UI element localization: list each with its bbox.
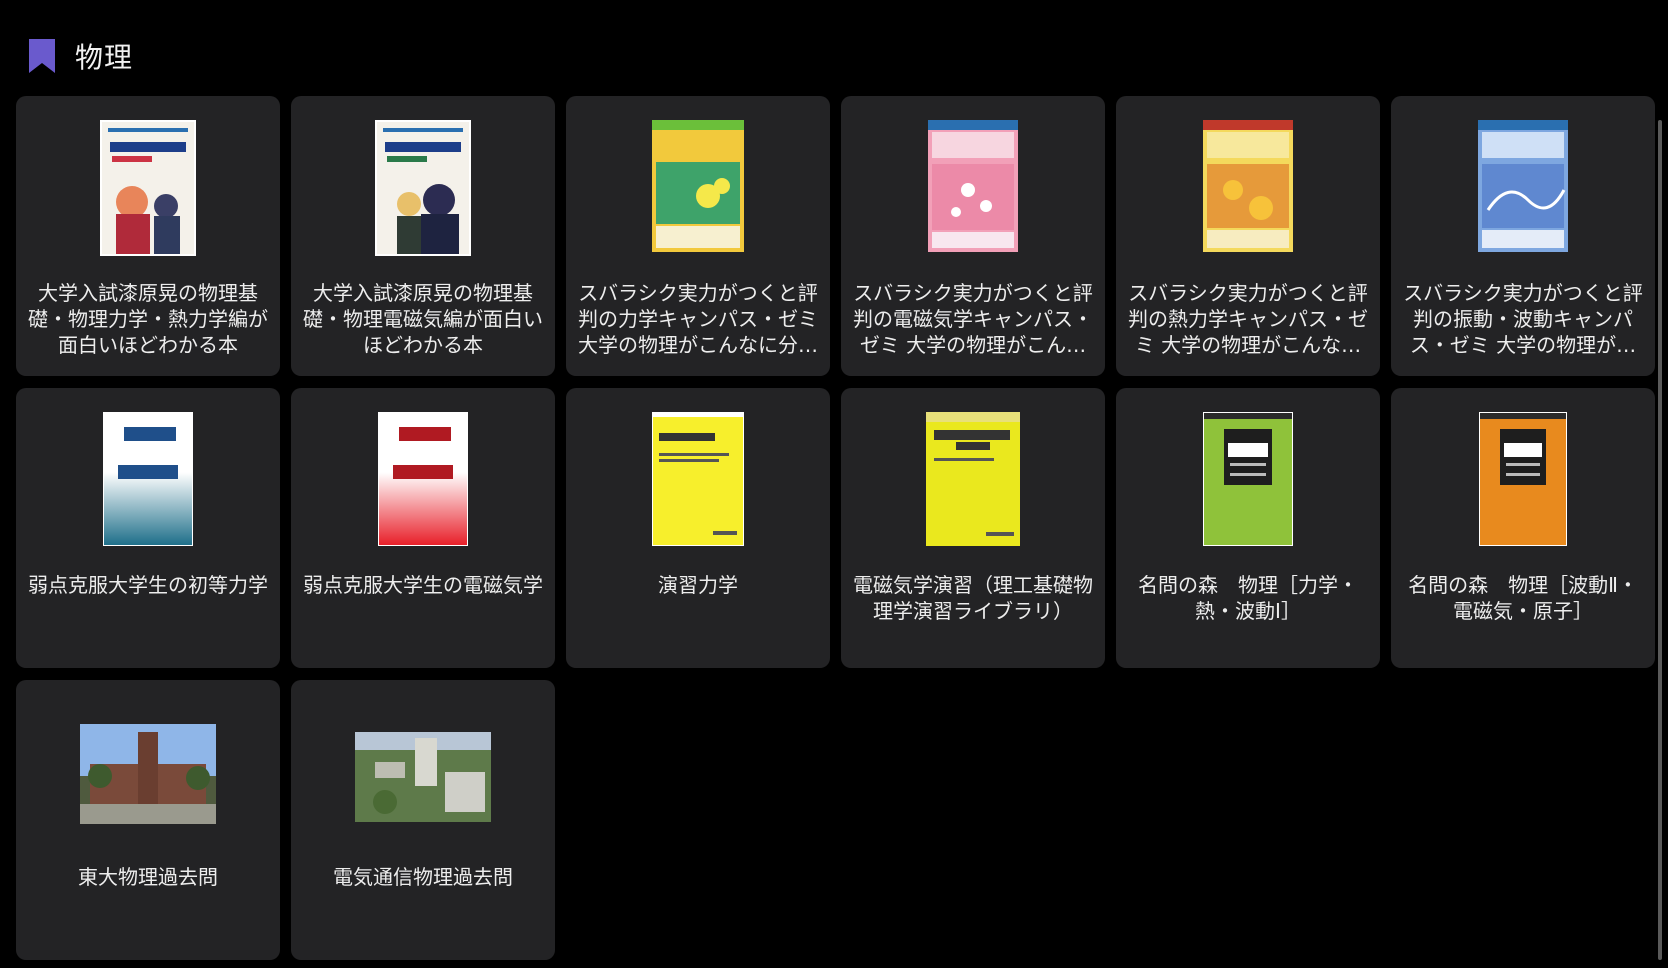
- book-grid: 大学入試漆原晃の物理基礎・物理力学・熱力学編が面白いほどわかる本 大学入試漆原晃…: [16, 96, 1655, 960]
- book-cover: [378, 412, 468, 546]
- book-cover: [80, 724, 216, 824]
- book-title: 電磁気学演習（理工基礎物理学演習ライブラリ）: [853, 573, 1093, 623]
- book-card[interactable]: 演習力学: [566, 388, 830, 668]
- book-cover: [103, 412, 193, 546]
- book-card[interactable]: 電気通信物理過去問: [291, 680, 555, 960]
- book-cover: [652, 412, 744, 546]
- book-card[interactable]: スバラシク実力がつくと評判の力学キャンパス・ゼミ大学の物理がこんなに分…: [566, 96, 830, 376]
- book-title: 名問の森 物理［波動Ⅱ・電磁気・原子］: [1408, 573, 1638, 623]
- book-card[interactable]: スバラシク実力がつくと評判の電磁気学キャンパス・ゼミ 大学の物理がこん…: [841, 96, 1105, 376]
- book-title: 弱点克服大学生の初等力学: [28, 573, 268, 597]
- book-cover: [1203, 120, 1293, 252]
- book-title: 名問の森 物理［力学・熱・波動Ⅰ］: [1138, 573, 1358, 623]
- book-title: 大学入試漆原晃の物理基礎・物理力学・熱力学編が面白いほどわかる本: [28, 281, 268, 357]
- book-card[interactable]: 東大物理過去問: [16, 680, 280, 960]
- scrollbar[interactable]: [1658, 120, 1662, 960]
- book-cover: [926, 412, 1020, 546]
- section-title: 物理: [75, 41, 134, 74]
- book-card[interactable]: 大学入試漆原晃の物理基礎・物理電磁気編が面白いほどわかる本: [291, 96, 555, 376]
- book-cover: [1478, 120, 1568, 252]
- book-title: 弱点克服大学生の電磁気学: [303, 573, 543, 597]
- book-title: スバラシク実力がつくと評判の熱力学キャンパス・ゼミ 大学の物理がこんな…: [1128, 281, 1368, 357]
- book-title: 演習力学: [658, 573, 738, 597]
- book-card[interactable]: 名問の森 物理［力学・熱・波動Ⅰ］: [1116, 388, 1380, 668]
- book-card[interactable]: 弱点克服大学生の初等力学: [16, 388, 280, 668]
- book-card[interactable]: スバラシク実力がつくと評判の熱力学キャンパス・ゼミ 大学の物理がこんな…: [1116, 96, 1380, 376]
- book-title: スバラシク実力がつくと評判の力学キャンパス・ゼミ大学の物理がこんなに分…: [578, 281, 818, 357]
- book-cover: [928, 120, 1018, 252]
- book-cover: [1203, 412, 1293, 546]
- book-card[interactable]: 名問の森 物理［波動Ⅱ・電磁気・原子］: [1391, 388, 1655, 668]
- book-cover: [375, 120, 471, 256]
- book-cover: [652, 120, 744, 252]
- book-title: スバラシク実力がつくと評判の電磁気学キャンパス・ゼミ 大学の物理がこん…: [853, 281, 1093, 357]
- book-title: 大学入試漆原晃の物理基礎・物理電磁気編が面白いほどわかる本: [303, 281, 543, 357]
- bookmark-icon: [29, 39, 55, 73]
- book-title: 東大物理過去問: [78, 865, 218, 889]
- book-card[interactable]: 電磁気学演習（理工基礎物理学演習ライブラリ）: [841, 388, 1105, 668]
- book-cover: [355, 732, 491, 822]
- book-card[interactable]: 大学入試漆原晃の物理基礎・物理力学・熱力学編が面白いほどわかる本: [16, 96, 280, 376]
- book-title: 電気通信物理過去問: [333, 865, 513, 889]
- section-header: 物理: [29, 38, 133, 74]
- book-card[interactable]: スバラシク実力がつくと評判の振動・波動キャンパス・ゼミ 大学の物理が…: [1391, 96, 1655, 376]
- book-cover: [100, 120, 196, 256]
- book-title: スバラシク実力がつくと評判の振動・波動キャンパス・ゼミ 大学の物理が…: [1403, 281, 1643, 357]
- book-cover: [1479, 412, 1567, 546]
- book-card[interactable]: 弱点克服大学生の電磁気学: [291, 388, 555, 668]
